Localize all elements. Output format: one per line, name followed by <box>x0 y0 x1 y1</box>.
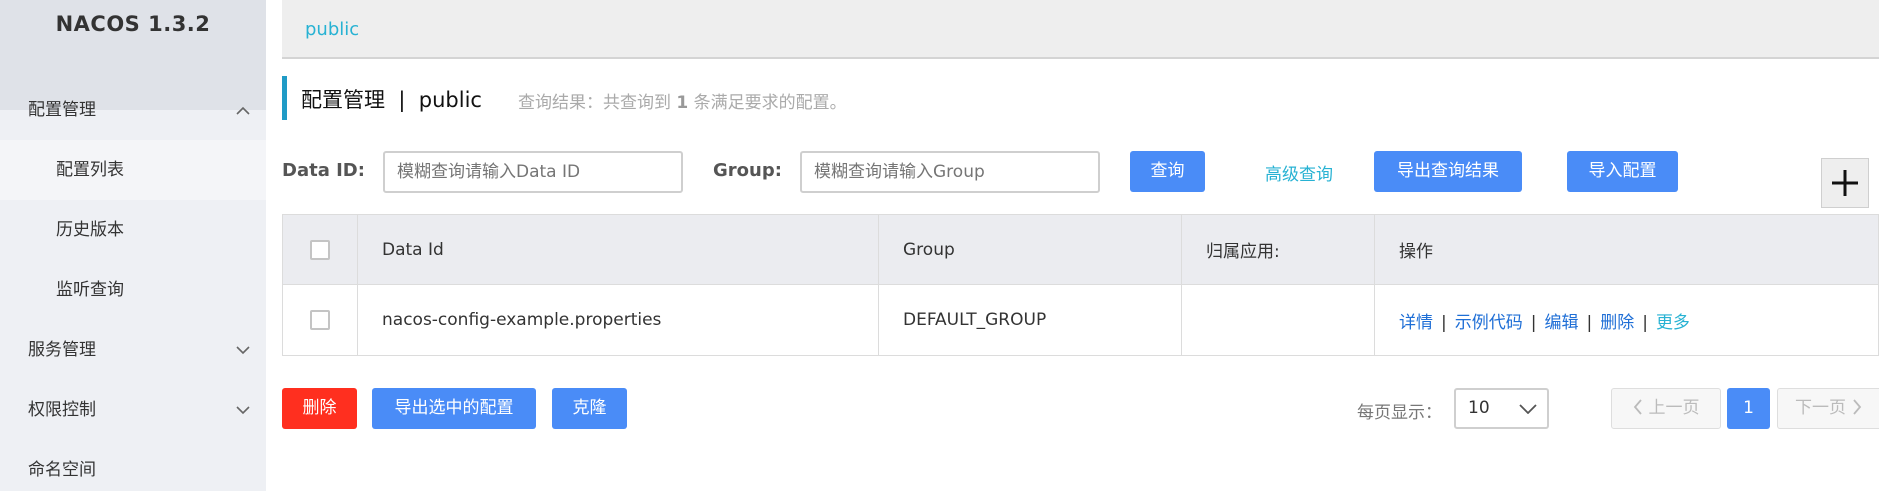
namespace-bar: public <box>282 0 1879 59</box>
action-separator: | <box>1530 312 1537 333</box>
chevron-right-icon <box>1853 399 1862 415</box>
page-number-current[interactable]: 1 <box>1727 388 1770 429</box>
cell-group: DEFAULT_GROUP <box>878 284 1182 356</box>
row-checkbox[interactable] <box>310 310 330 330</box>
action-details-link[interactable]: 详情 <box>1399 313 1433 333</box>
per-page-label: 每页显示： <box>1357 403 1442 423</box>
cell-actions: 详情 | 示例代码 | 编辑 | 删除 | 更多 <box>1374 284 1879 356</box>
action-separator: | <box>1586 312 1593 333</box>
sidebar: NACOS 1.3.2 配置管理 配置列表 历史版本 监听查询 服务管理 权限控… <box>0 0 266 491</box>
column-header-group[interactable]: Group <box>878 214 1182 285</box>
sidebar-item-access-control[interactable]: 权限控制 <box>0 380 266 440</box>
chevron-down-icon <box>1519 390 1537 427</box>
action-edit-link[interactable]: 编辑 <box>1544 313 1578 333</box>
group-label: Group: <box>713 160 782 181</box>
select-all-checkbox[interactable] <box>310 239 330 260</box>
chevron-left-icon <box>1633 399 1642 415</box>
cell-data-id: nacos-config-example.properties <box>357 284 879 356</box>
column-header-app[interactable]: 归属应用: <box>1181 214 1375 285</box>
sidebar-item-namespace[interactable]: 命名空间 <box>0 440 266 500</box>
per-page-select[interactable]: 10 <box>1454 388 1549 429</box>
export-query-results-button[interactable]: 导出查询结果 <box>1374 151 1522 192</box>
next-page-label: 下一页 <box>1795 398 1846 418</box>
select-all-cell <box>282 214 358 285</box>
plus-icon <box>1832 170 1858 196</box>
action-separator: | <box>1441 312 1447 333</box>
prev-page-button[interactable]: 上一页 <box>1611 388 1721 429</box>
sidebar-item-label: 配置列表 <box>56 160 124 180</box>
sidebar-item-config-list[interactable]: 配置列表 <box>0 140 266 200</box>
namespace-link-public[interactable]: public <box>305 19 359 40</box>
page-title: 配置管理 | public <box>301 88 482 112</box>
clone-button[interactable]: 克隆 <box>552 388 627 429</box>
prev-page-label: 上一页 <box>1648 398 1700 418</box>
result-count: 1 <box>676 93 689 113</box>
data-id-label: Data ID: <box>282 160 365 181</box>
query-button[interactable]: 查询 <box>1130 151 1205 192</box>
add-config-button[interactable] <box>1821 158 1869 208</box>
row-select-cell <box>282 284 358 356</box>
sidebar-item-label: 历史版本 <box>56 220 124 240</box>
sidebar-item-label: 服务管理 <box>28 340 96 360</box>
sidebar-item-service-management[interactable]: 服务管理 <box>0 320 266 380</box>
result-prefix: 查询结果：共查询到 <box>518 93 677 113</box>
sidebar-item-label: 命名空间 <box>28 460 96 480</box>
next-page-button[interactable]: 下一页 <box>1777 388 1879 429</box>
sidebar-item-history[interactable]: 历史版本 <box>0 200 266 260</box>
sidebar-item-label: 监听查询 <box>56 280 124 300</box>
import-config-button[interactable]: 导入配置 <box>1567 151 1678 192</box>
sidebar-item-label: 权限控制 <box>28 400 96 420</box>
action-more-link[interactable]: 更多 <box>1656 313 1690 333</box>
config-table: Data Id Group 归属应用: 操作 nacos-config-exam… <box>282 214 1879 356</box>
action-separator: | <box>1642 312 1648 333</box>
table-row: nacos-config-example.properties DEFAULT_… <box>282 284 1879 356</box>
advanced-query-link[interactable]: 高级查询 <box>1265 160 1333 185</box>
table-header-row: Data Id Group 归属应用: 操作 <box>282 214 1879 285</box>
sidebar-item-label: 配置管理 <box>28 100 96 120</box>
main-content: public 配置管理 | public 查询结果：共查询到 1 条满足要求的配… <box>282 0 1879 491</box>
cell-app <box>1181 284 1375 356</box>
action-sample-code-link[interactable]: 示例代码 <box>1455 313 1523 333</box>
column-header-actions: 操作 <box>1374 214 1879 285</box>
result-suffix: 条满足要求的配置。 <box>688 93 847 113</box>
column-header-data-id[interactable]: Data Id <box>357 214 879 285</box>
query-result-summary: 查询结果：共查询到 1 条满足要求的配置。 <box>518 88 847 113</box>
export-selected-button[interactable]: 导出选中的配置 <box>372 388 536 429</box>
group-input[interactable] <box>800 151 1100 193</box>
chevron-down-icon <box>236 380 250 440</box>
action-delete-link[interactable]: 删除 <box>1600 313 1634 333</box>
title-accent-bar <box>282 76 287 120</box>
chevron-down-icon <box>236 320 250 380</box>
sidebar-item-config-management[interactable]: 配置管理 <box>0 80 266 140</box>
delete-button[interactable]: 删除 <box>282 388 357 429</box>
chevron-up-icon <box>236 80 250 140</box>
sidebar-item-listener-query[interactable]: 监听查询 <box>0 260 266 320</box>
data-id-input[interactable] <box>383 151 683 193</box>
per-page-value: 10 <box>1468 398 1490 418</box>
